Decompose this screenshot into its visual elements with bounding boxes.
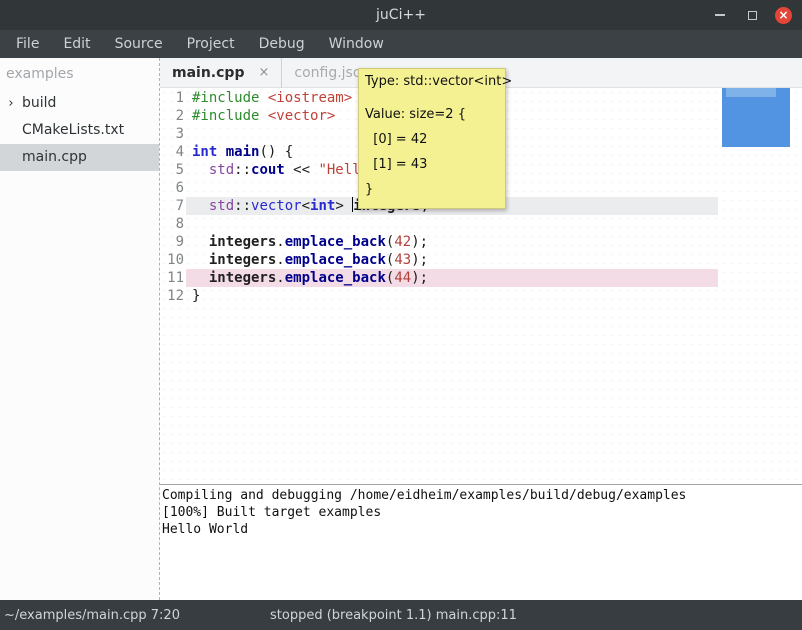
line-number[interactable]: 6 [160,179,186,197]
code-text[interactable]: integers.emplace_back(43); [186,251,718,269]
code-text[interactable]: integers.emplace_back(42); [186,233,718,251]
minimize-icon [715,14,725,16]
code-line-10[interactable]: 10 integers.emplace_back(43); [160,251,718,269]
output-line: Compiling and debugging /home/eidheim/ex… [162,487,800,504]
tooltip-value-line: [0] = 42 [365,127,499,152]
output-line: Hello World [162,521,800,538]
sidebar-item-label: main.cpp [0,144,87,171]
chevron-right-icon[interactable]: › [4,90,18,117]
file-tree-sidebar: examples › build CMakeLists.txt main.cpp [0,58,159,600]
scroll-overview-thumb[interactable] [722,88,790,147]
menu-bar: File Edit Source Project Debug Window [0,30,802,58]
output-panel[interactable]: Compiling and debugging /home/eidheim/ex… [160,484,802,600]
line-number[interactable]: 9 [160,233,186,251]
status-file-position: ~/examples/main.cpp 7:20 [4,608,180,623]
line-number[interactable]: 3 [160,125,186,143]
close-button[interactable]: × [775,7,792,24]
code-text[interactable]: } [186,287,718,305]
code-line-9[interactable]: 9 integers.emplace_back(42); [160,233,718,251]
title-bar: juCi++ × [0,0,802,30]
code-line-12[interactable]: 12} [160,287,718,305]
window-controls: × [711,0,792,30]
menu-item-project[interactable]: Project [175,30,247,58]
menu-item-debug[interactable]: Debug [247,30,317,58]
scroll-overview-highlight [726,88,776,97]
minimize-button[interactable] [711,6,729,24]
line-number[interactable]: 11 [160,269,186,287]
status-debug-state: stopped (breakpoint 1.1) main.cpp:11 [270,608,517,623]
status-bar: ~/examples/main.cpp 7:20 stopped (breakp… [0,600,802,630]
tooltip-value-line: Value: size=2 { [365,102,499,127]
debug-value-tooltip: Type: std::vector<int> Value: size=2 { [… [358,68,506,209]
menu-item-window[interactable]: Window [317,30,396,58]
tab-main-cpp[interactable]: main.cpp × [160,58,282,88]
output-line: [100%] Built target examples [162,504,800,521]
tooltip-type-line: Type: std::vector<int> [365,73,499,91]
sidebar-item-main-cpp[interactable]: main.cpp [0,144,159,171]
line-number[interactable]: 2 [160,107,186,125]
tab-close-icon[interactable]: × [258,65,269,80]
code-text[interactable]: integers.emplace_back(44); [186,269,718,287]
code-text[interactable] [186,215,718,233]
menu-item-edit[interactable]: Edit [51,30,102,58]
line-number[interactable]: 5 [160,161,186,179]
line-number[interactable]: 8 [160,215,186,233]
line-number[interactable]: 12 [160,287,186,305]
close-icon: × [778,7,788,23]
line-number[interactable]: 7 [160,197,186,215]
code-line-11[interactable]: 11 integers.emplace_back(44); [160,269,718,287]
line-number[interactable]: 1 [160,89,186,107]
sidebar-item-label: CMakeLists.txt [0,117,124,144]
sidebar-item-cmakelists[interactable]: CMakeLists.txt [0,117,159,144]
project-name-header: examples [0,62,159,90]
window-title: juCi++ [376,7,426,23]
tooltip-value-line: [1] = 43 [365,152,499,177]
sidebar-item-label: build [18,90,56,117]
line-number[interactable]: 10 [160,251,186,269]
restore-icon [748,11,757,20]
menu-item-file[interactable]: File [4,30,51,58]
sidebar-item-build[interactable]: › build [0,90,159,117]
code-line-8[interactable]: 8 [160,215,718,233]
tab-label: main.cpp [172,65,244,81]
juci-window: juCi++ × File Edit Source Project Debug … [0,0,802,630]
tooltip-value-line: } [365,177,499,202]
restore-button[interactable] [743,6,761,24]
menu-item-source[interactable]: Source [103,30,175,58]
line-number[interactable]: 4 [160,143,186,161]
